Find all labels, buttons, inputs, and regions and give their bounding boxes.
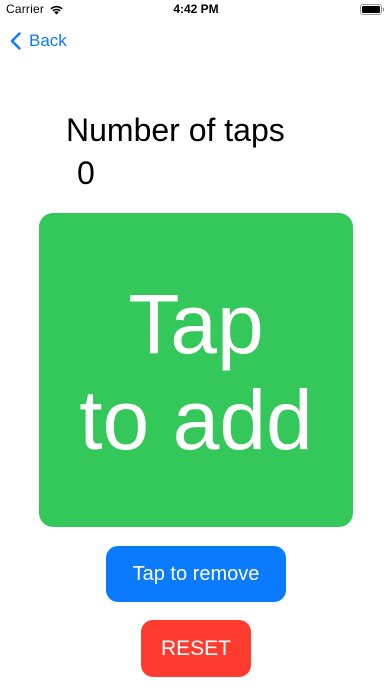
back-button[interactable]: Back: [10, 28, 67, 54]
tap-to-add-label: Tap to add: [46, 276, 346, 468]
tap-to-remove-button[interactable]: Tap to remove: [106, 546, 286, 602]
tap-to-add-line-2: to add: [79, 373, 313, 467]
chevron-left-icon: [10, 32, 21, 50]
tap-to-add-line-1: Tap: [128, 277, 264, 371]
reset-label: RESET: [160, 636, 231, 660]
back-label: Back: [29, 31, 67, 50]
tap-to-add-button[interactable]: Tap to add: [39, 213, 353, 527]
tap-count-title: Number of taps: [66, 112, 285, 148]
battery-icon: [360, 4, 384, 15]
reset-button[interactable]: RESET: [141, 620, 251, 677]
screen: Carrier 4:42 PM Back Number of taps 0 Ta…: [0, 0, 392, 696]
status-bar: Carrier 4:42 PM: [0, 0, 392, 22]
status-time: 4:42 PM: [173, 2, 219, 16]
tap-to-remove-label: Tap to remove: [132, 562, 260, 585]
tap-count-value: 0: [77, 155, 95, 191]
